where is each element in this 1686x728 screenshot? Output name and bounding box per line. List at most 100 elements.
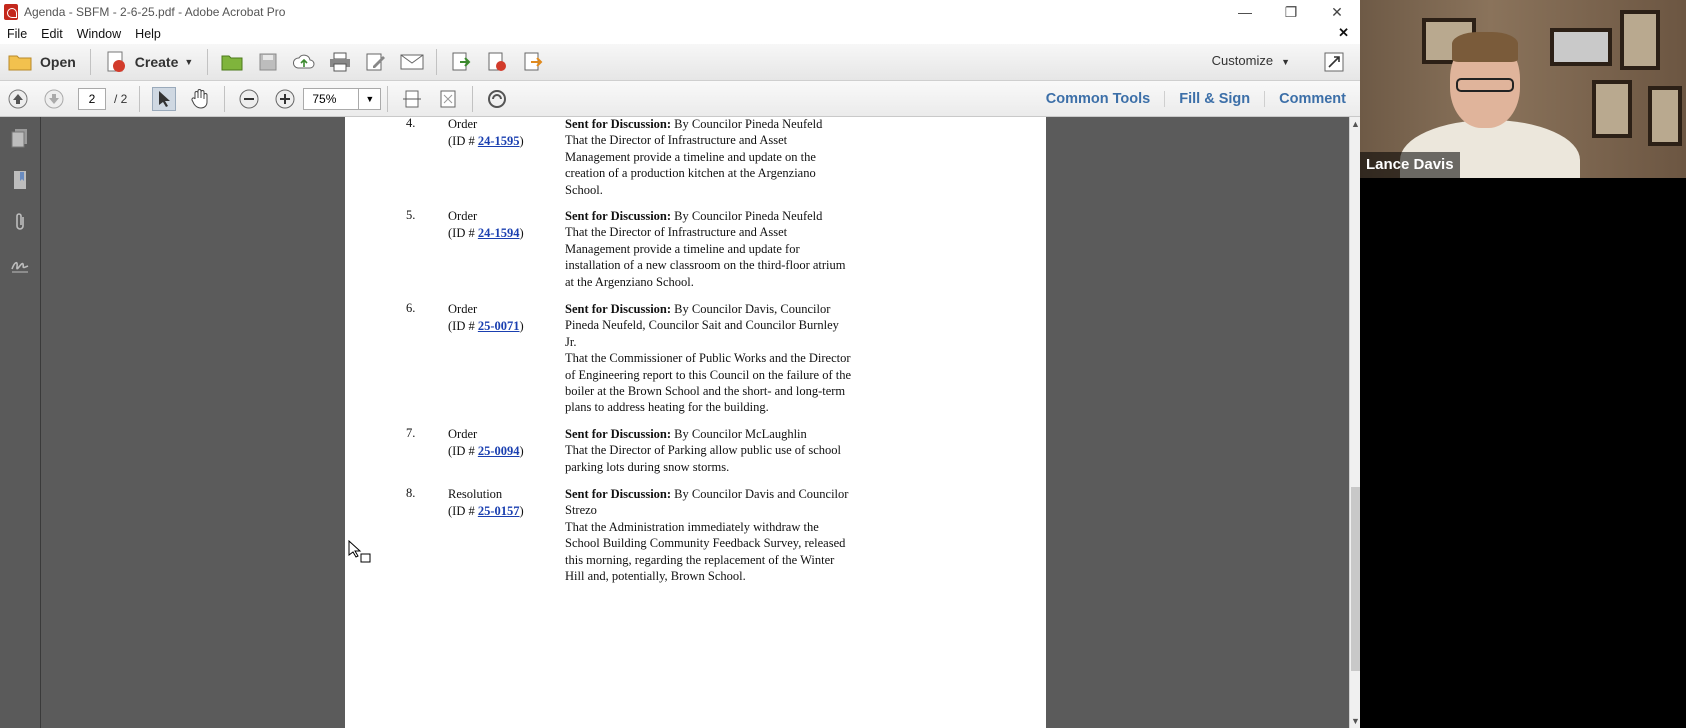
previous-page-icon[interactable] <box>6 87 30 111</box>
id-suffix: ) <box>519 225 524 240</box>
maximize-button[interactable]: ❐ <box>1268 0 1314 24</box>
description-line: installation of a new classroom on the t… <box>565 258 846 273</box>
attachments-icon[interactable] <box>9 211 31 233</box>
page-total: / 2 <box>114 91 128 106</box>
sponsor-text: By Councilor Pineda Neufeld <box>671 117 823 131</box>
common-tools-link[interactable]: Common Tools <box>1032 91 1164 107</box>
toolbar-separator <box>472 85 474 112</box>
print-icon[interactable] <box>328 50 352 74</box>
item-type: Order (ID # 25-0071) <box>448 301 524 334</box>
id-suffix: ) <box>519 443 524 458</box>
menu-file[interactable]: File <box>0 27 34 41</box>
item-description: Sent for Discussion: By Councilor Davis,… <box>565 301 885 416</box>
menu-bar: File Edit Window Help ✕ <box>0 24 1360 44</box>
description-line: Pineda Neufeld, Councilor Sait and Counc… <box>565 318 839 333</box>
person-hair <box>1452 32 1518 62</box>
signatures-icon[interactable] <box>9 253 31 275</box>
id-prefix: (ID # <box>448 503 478 518</box>
fit-page-icon[interactable] <box>436 87 460 111</box>
description-line: Management provide a timeline and update… <box>565 149 816 164</box>
select-cursor-icon[interactable] <box>152 86 177 111</box>
vertical-scrollbar[interactable]: ▲ ▼ <box>1349 117 1360 728</box>
next-page-icon[interactable] <box>42 87 66 111</box>
description-line: plans to address heating for the buildin… <box>565 400 769 415</box>
description-line: boiler at the Brown School and the short… <box>565 384 846 399</box>
sent-for-discussion-label: Sent for Discussion: <box>565 487 672 501</box>
item-type-label: Order <box>448 427 478 441</box>
description-line: That the Director of Infrastructure and … <box>565 133 788 148</box>
extract-pages-icon[interactable] <box>521 50 545 74</box>
minimize-button[interactable]: — <box>1222 0 1268 24</box>
item-id: (ID # 25-0094) <box>448 443 524 460</box>
scroll-down-arrow-icon[interactable]: ▼ <box>1350 716 1361 726</box>
zoom-level-input[interactable]: 75% <box>303 87 360 110</box>
cloud-upload-icon[interactable] <box>292 50 316 74</box>
scrollbar-thumb[interactable] <box>1351 487 1360 671</box>
window-controls: — ❐ ✕ <box>1222 0 1360 24</box>
open-button[interactable]: Open <box>0 47 84 77</box>
item-id-link[interactable]: 24-1594 <box>478 226 520 240</box>
description-line: That the Administration immediately with… <box>565 519 819 534</box>
item-id-link[interactable]: 25-0157 <box>478 504 520 518</box>
comment-link[interactable]: Comment <box>1264 91 1360 107</box>
description-line: of Engineering report to this Council on… <box>565 367 852 382</box>
open-folder-icon[interactable] <box>220 50 244 74</box>
item-type: Order (ID # 24-1594) <box>448 208 524 241</box>
participant-name: Lance Davis <box>1360 152 1460 178</box>
sent-for-discussion-label: Sent for Discussion: <box>565 117 672 131</box>
email-icon[interactable] <box>400 50 424 74</box>
id-suffix: ) <box>519 133 524 148</box>
open-label: Open <box>40 54 76 70</box>
save-icon[interactable] <box>256 50 280 74</box>
wall-frame <box>1550 28 1612 66</box>
bookmarks-icon[interactable] <box>9 169 31 191</box>
description-line: creation of a production kitchen at the … <box>565 166 816 181</box>
item-type-label: Order <box>448 302 478 316</box>
menu-window[interactable]: Window <box>70 27 128 41</box>
zoom-out-icon[interactable] <box>237 87 261 111</box>
toolbar-separator <box>387 85 389 112</box>
description-line: Hill and, potentially, Brown School. <box>565 569 746 584</box>
expand-icon[interactable] <box>1322 50 1346 74</box>
description-line: School. <box>565 182 603 197</box>
item-description: Sent for Discussion: By Councilor Pineda… <box>565 208 885 290</box>
read-mode-icon[interactable] <box>485 87 509 111</box>
page-number-input[interactable]: 2 <box>78 87 106 110</box>
fit-width-icon[interactable] <box>400 87 424 111</box>
pdf-page: 4. Order (ID # 24-1595) Sent for Discuss… <box>345 117 1046 728</box>
menu-edit[interactable]: Edit <box>34 27 70 41</box>
item-number: 8. <box>406 486 416 500</box>
close-document-button[interactable]: ✕ <box>1331 25 1356 41</box>
edit-document-icon[interactable] <box>364 50 388 74</box>
person-glasses <box>1456 78 1514 92</box>
zoom-dropdown-button[interactable]: ▼ <box>359 87 382 110</box>
create-button[interactable]: Create ▼ <box>97 47 202 77</box>
sponsor-line: Sent for Discussion: By Councilor Pineda… <box>565 117 885 132</box>
chevron-down-icon: ▼ <box>184 57 194 67</box>
item-description: Sent for Discussion: By Councilor McLaug… <box>565 426 885 475</box>
task-pane-links: Common Tools Fill & Sign Comment <box>1032 81 1360 117</box>
item-id-link[interactable]: 25-0094 <box>478 444 520 458</box>
zoom-in-icon[interactable] <box>273 87 297 111</box>
description-line: That the Director of Infrastructure and … <box>565 225 788 240</box>
id-prefix: (ID # <box>448 133 478 148</box>
page-thumbnails-icon[interactable] <box>9 127 31 149</box>
menu-help[interactable]: Help <box>128 27 168 41</box>
sponsor-text: By Councilor Pineda Neufeld <box>671 209 823 223</box>
item-description: Sent for Discussion: By Councilor Davis … <box>565 486 885 584</box>
item-type-label: Order <box>448 117 478 131</box>
hand-tool-icon[interactable] <box>188 87 212 111</box>
description-line: this morning, regarding the replacement … <box>565 552 835 567</box>
customize-button[interactable]: Customize ▼ <box>1212 53 1290 68</box>
insert-pages-icon[interactable] <box>449 50 473 74</box>
item-number: 5. <box>406 208 416 222</box>
delete-pages-icon[interactable] <box>485 50 509 74</box>
item-id-link[interactable]: 24-1595 <box>478 134 520 148</box>
sponsor-text: By Councilor McLaughlin <box>671 427 807 441</box>
item-number: 6. <box>406 301 416 315</box>
description-line: Management provide a timeline and update… <box>565 241 800 256</box>
close-button[interactable]: ✕ <box>1314 0 1360 24</box>
id-suffix: ) <box>519 318 524 333</box>
fill-sign-link[interactable]: Fill & Sign <box>1164 91 1264 107</box>
item-id-link[interactable]: 25-0071 <box>478 319 520 333</box>
